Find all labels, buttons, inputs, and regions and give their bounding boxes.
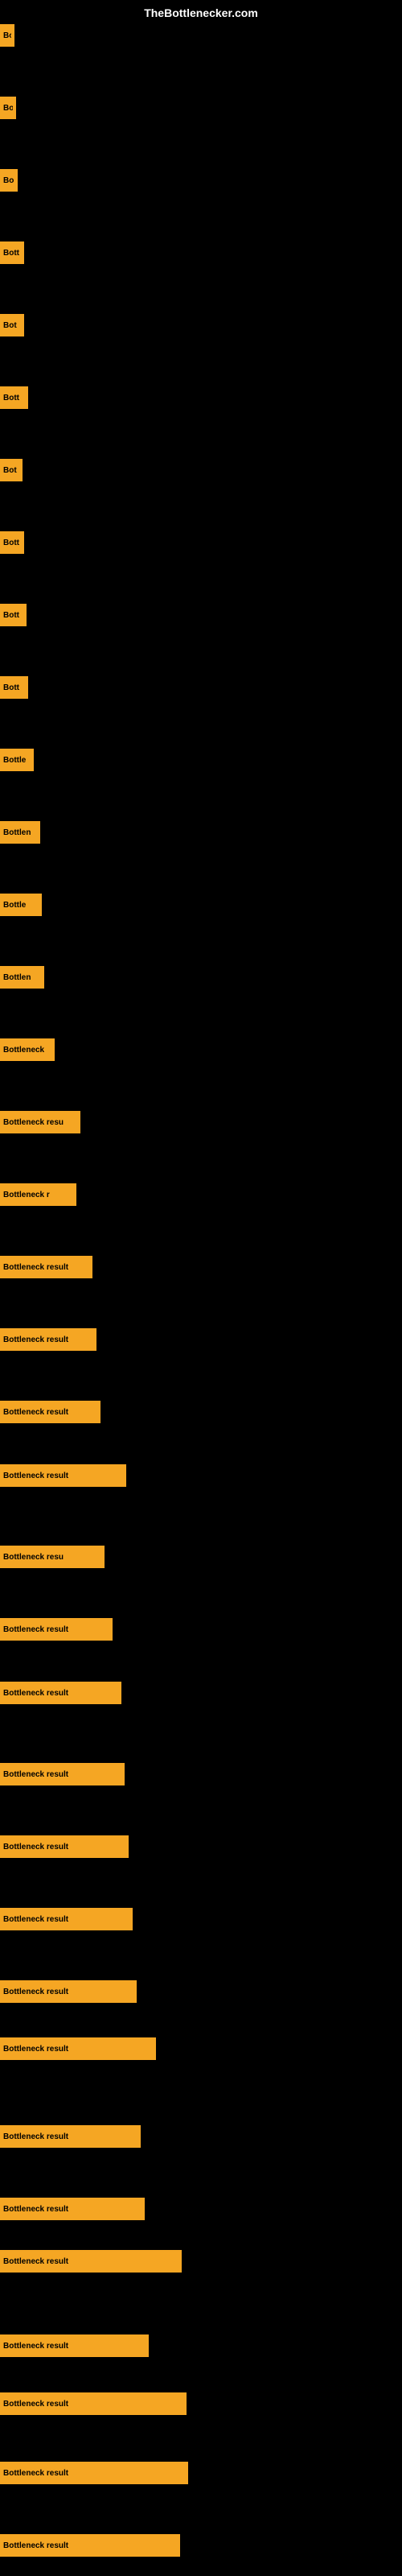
site-title: TheBottlenecker.com [144,6,258,19]
bar-item: Bott [0,604,27,626]
bar-item: Bot [0,459,23,481]
bar-label: Bot [3,466,17,475]
bar-label: Bottleneck result [3,2342,68,2351]
bar-item: Bottleneck r [0,1183,76,1206]
bar-item: Bottleneck result [0,2037,156,2060]
bar-item: Bottle [0,894,42,916]
bar-label: Bottleneck result [3,2469,68,2478]
bar-item: Bottleneck result [0,2198,145,2220]
bar-item: Bottleneck result [0,1256,92,1278]
bar-item: Bottleneck result [0,2534,180,2557]
bar-label: Bottleneck result [3,1625,68,1634]
bar-label: Bott [3,249,19,258]
bar-label: Bottleneck result [3,2257,68,2266]
bar-label: Bo [3,104,13,113]
bar-label: Bott [3,611,19,620]
bar-item: Bottleneck [0,1038,55,1061]
bar-label: Bottleneck r [3,1191,50,1199]
bar-item: Bottleneck result [0,2462,188,2484]
bar-label: Bottleneck result [3,1988,68,1996]
bar-label: Bottleneck result [3,2205,68,2214]
bar-item: Bottleneck result [0,2250,182,2273]
bar-label: Bottleneck resu [3,1553,64,1562]
bar-label: Bott [3,394,19,402]
bar-item: Bott [0,386,28,409]
bar-label: Bo [3,31,11,40]
bar-item: Bottleneck result [0,1908,133,1930]
bar-label: Bottlen [3,973,31,982]
bar-item: Bottleneck resu [0,1546,105,1568]
bar-label: Bottleneck result [3,1770,68,1779]
bar-label: Bottleneck result [3,1472,68,1480]
bar-label: Bot [3,321,17,330]
bar-item: Bottleneck result [0,1401,100,1423]
bar-item: Bottleneck resu [0,1111,80,1133]
bar-item: Bottleneck result [0,1835,129,1858]
bar-item: Bott [0,676,28,699]
bar-item: Bo [0,169,18,192]
bar-item: Bottleneck result [0,1618,113,1641]
bar-label: Bottleneck result [3,2400,68,2409]
bar-item: Bot [0,314,24,336]
bar-label: Bottleneck result [3,1335,68,1344]
bar-item: Bottleneck result [0,2125,141,2148]
bar-label: Bottleneck result [3,1263,68,1272]
bar-label: Bottleneck result [3,1689,68,1698]
bar-item: Bottlen [0,966,44,989]
bar-item: Bottleneck result [0,1980,137,2003]
bar-label: Bottleneck resu [3,1118,64,1127]
bar-label: Bottleneck result [3,2132,68,2141]
bar-item: Bottleneck result [0,1464,126,1487]
bar-label: Bottleneck result [3,1915,68,1924]
bar-label: Bottleneck result [3,2541,68,2550]
bar-label: Bottleneck [3,1046,44,1055]
bar-item: Bottleneck result [0,2392,187,2415]
bar-item: Bottleneck result [0,1763,125,1785]
bar-label: Bottleneck result [3,1408,68,1417]
bar-label: Bottleneck result [3,1843,68,1852]
bar-item: Bottleneck result [0,1328,96,1351]
bar-item: Bottlen [0,821,40,844]
bar-label: Bott [3,539,19,547]
bar-label: Bottle [3,901,26,910]
bar-item: Bott [0,531,24,554]
bar-label: Bott [3,683,19,692]
bar-item: Bo [0,24,14,47]
bar-label: Bottleneck result [3,2045,68,2054]
bar-label: Bottle [3,756,26,765]
bar-item: Bottleneck result [0,1682,121,1704]
bar-label: Bo [3,176,14,185]
bar-label: Bottlen [3,828,31,837]
bar-item: Bottleneck result [0,2334,149,2357]
bar-item: Bott [0,242,24,264]
bar-item: Bo [0,97,16,119]
bar-item: Bottle [0,749,34,771]
